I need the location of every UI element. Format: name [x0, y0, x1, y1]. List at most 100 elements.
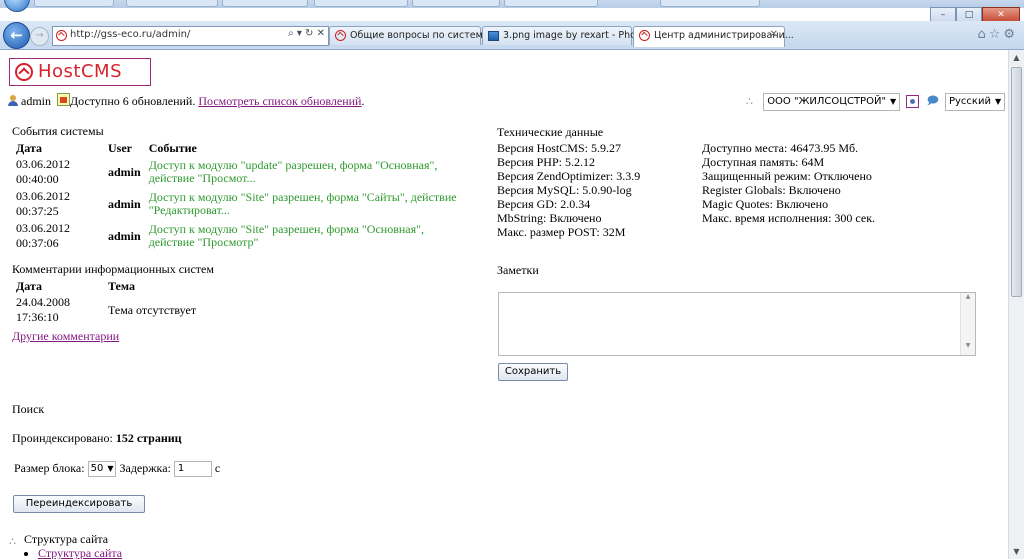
- tech-item: Защищенный режим: Отключено: [702, 169, 872, 183]
- tech-item: MbString: Включено: [497, 211, 602, 225]
- user-line: admin Доступно 6 обновлений. Посмотреть …: [8, 93, 364, 109]
- comment-date: 24.04.2008 17:36:10: [16, 295, 70, 324]
- tech-item: Версия GD: 2.0.34: [497, 197, 591, 211]
- comments-table: Дата Тема 24.04.2008 17:36:10 Тема отсутс…: [12, 278, 252, 326]
- tech-right-list: Доступно места: 46473.95 Мб. Доступная п…: [702, 141, 875, 225]
- taskbar-tab-2: [126, 0, 218, 7]
- logo-text: HostCMS: [38, 61, 123, 82]
- site-settings-icon[interactable]: [906, 95, 920, 108]
- address-bar[interactable]: http://gss-eco.ru/admin/ ⌕ ▾ ↻ ✕: [52, 26, 329, 46]
- col-date: Дата: [16, 140, 42, 155]
- back-button[interactable]: ←: [3, 22, 30, 49]
- structure-title: Структура сайта: [24, 532, 109, 546]
- hostcms-logo[interactable]: HostCMS: [9, 58, 151, 86]
- table-row: 03.06.2012 00:37:25 admin Доступ к модулю…: [12, 188, 472, 220]
- tab-close-icon[interactable]: ✕: [770, 29, 778, 40]
- tab-label: 3.png image by rexart - Photo...: [503, 30, 655, 41]
- block-size-label: Размер блока:: [14, 461, 85, 475]
- site-select[interactable]: ООО "ЖИЛСОЦСТРОЙ" ▼: [763, 92, 901, 111]
- title-bar: [0, 0, 1024, 12]
- taskbar-tab-6: [504, 0, 598, 7]
- site-favicon-icon: [56, 30, 67, 41]
- tab-admin-center[interactable]: Центр администрировани... ✕: [633, 26, 794, 47]
- other-comments-link[interactable]: Другие комментарии: [12, 329, 119, 344]
- page-content: HostCMS admin Доступно 6 обновлений. Пос…: [0, 50, 1008, 559]
- chevron-down-icon: ▼: [890, 96, 897, 106]
- events-table: Дата User Событие 03.06.2012 00:40:00 adm…: [12, 140, 472, 252]
- scroll-up-icon[interactable]: ▲: [1010, 50, 1023, 65]
- taskbar-tab-7: [660, 0, 760, 7]
- event-text: Доступ к модулю "update" разрешен, форма…: [148, 158, 438, 185]
- tab-photobucket[interactable]: 3.png image by rexart - Photo...: [482, 26, 654, 45]
- col-topic: Тема: [108, 278, 135, 293]
- tech-item: Magic Quotes: Включено: [702, 197, 829, 211]
- col-event: Событие: [148, 140, 197, 155]
- indexed-value: 152 страниц: [115, 431, 182, 445]
- tech-item: Версия PHP: 5.2.12: [497, 155, 595, 169]
- delay-unit: с: [214, 461, 221, 475]
- language-select[interactable]: Русский ▼: [944, 92, 1006, 111]
- tab-favicon-icon: [335, 30, 346, 41]
- table-row: 03.06.2012 00:40:00 admin Доступ к модулю…: [12, 156, 472, 188]
- indexed-label: Проиндексировано:: [12, 431, 113, 445]
- reindex-button[interactable]: Переиндексировать: [13, 495, 145, 513]
- page-scrollbar[interactable]: ▲ ▼: [1008, 50, 1024, 559]
- event-date: 03.06.2012 00:37:25: [16, 189, 70, 218]
- tech-item: Версия ZendOptimizer: 3.3.9: [497, 169, 641, 183]
- tech-item: Версия MySQL: 5.0.90-log: [497, 183, 632, 197]
- browser-right-icons[interactable]: ⌂☆⚙: [977, 27, 1018, 42]
- notes-scrollbar[interactable]: ▲ ▼: [960, 293, 975, 355]
- user-icon: [8, 95, 18, 106]
- ie-logo-icon: [4, 0, 30, 12]
- table-row: 24.04.2008 17:36:10 Тема отсутствует: [12, 294, 252, 326]
- tech-left-list: Версия HostCMS: 5.9.27 Версия PHP: 5.2.1…: [497, 141, 640, 239]
- update-icon: [57, 93, 70, 106]
- list-item: Структура сайта: [38, 546, 122, 559]
- taskbar-tab-4: [314, 0, 408, 7]
- address-tools[interactable]: ⌕ ▾ ↻ ✕: [288, 28, 325, 39]
- delay-input[interactable]: 1: [173, 461, 212, 478]
- structure-list: Структура сайта: [24, 546, 122, 559]
- tech-item: Версия HostCMS: 5.9.27: [497, 141, 621, 155]
- image-icon: [488, 31, 499, 41]
- site-language-bar: ∴ ООО "ЖИЛСОЦСТРОЙ" ▼ 🗩 Русский ▼: [746, 92, 1006, 111]
- updates-text: Доступно 6 обновлений.: [70, 94, 196, 108]
- events-header-row: Дата User Событие: [12, 140, 472, 156]
- browser-toolbar: ← → http://gss-eco.ru/admin/ ⌕ ▾ ↻ ✕ Общ…: [0, 21, 1024, 50]
- tech-item: Макс. размер POST: 32M: [497, 225, 626, 239]
- comment-topic: Тема отсутствует: [108, 302, 197, 317]
- block-size-select[interactable]: 50 ▼: [87, 461, 117, 478]
- structure-link[interactable]: Структура сайта: [38, 546, 122, 559]
- language-icon: 🗩: [926, 94, 939, 107]
- delay-label: Задержка:: [119, 461, 171, 475]
- event-user: admin: [108, 164, 141, 179]
- hostcms-logo-icon: [15, 63, 33, 81]
- indexed-line: Проиндексировано: 152 страниц: [12, 431, 182, 446]
- tab-favicon-icon: [639, 30, 650, 41]
- tech-item: Register Globals: Включено: [702, 183, 841, 197]
- tech-item: Доступно места: 46473.95 Мб.: [702, 141, 859, 155]
- scroll-down-icon[interactable]: ▼: [1010, 544, 1023, 559]
- comments-title: Комментарии информационных систем: [12, 262, 214, 276]
- event-date: 03.06.2012 00:37:06: [16, 221, 70, 250]
- col-user: User: [108, 140, 132, 155]
- tech-title: Технические данные: [497, 125, 604, 139]
- event-user: admin: [108, 196, 141, 211]
- taskbar-tab-3: [222, 0, 308, 7]
- search-title: Поиск: [12, 402, 45, 416]
- scroll-thumb[interactable]: [1011, 67, 1022, 297]
- notes-textarea[interactable]: ▲ ▼: [498, 292, 976, 356]
- chevron-down-icon: ▼: [107, 464, 114, 474]
- tab-forum[interactable]: Общие вопросы по системе ...: [329, 26, 501, 45]
- event-user: admin: [108, 228, 141, 243]
- taskbar-tab-5: [412, 0, 500, 7]
- sites-tree-icon: ∴: [746, 95, 753, 108]
- notes-title: Заметки: [497, 263, 539, 277]
- address-url[interactable]: http://gss-eco.ru/admin/: [70, 29, 190, 40]
- forward-button[interactable]: →: [30, 27, 49, 46]
- updates-list-link[interactable]: Посмотреть список обновлений: [198, 94, 361, 108]
- comments-header-row: Дата Тема: [12, 278, 252, 294]
- save-notes-button[interactable]: Сохранить: [498, 363, 568, 381]
- username: admin: [21, 94, 51, 108]
- event-date: 03.06.2012 00:40:00: [16, 157, 70, 186]
